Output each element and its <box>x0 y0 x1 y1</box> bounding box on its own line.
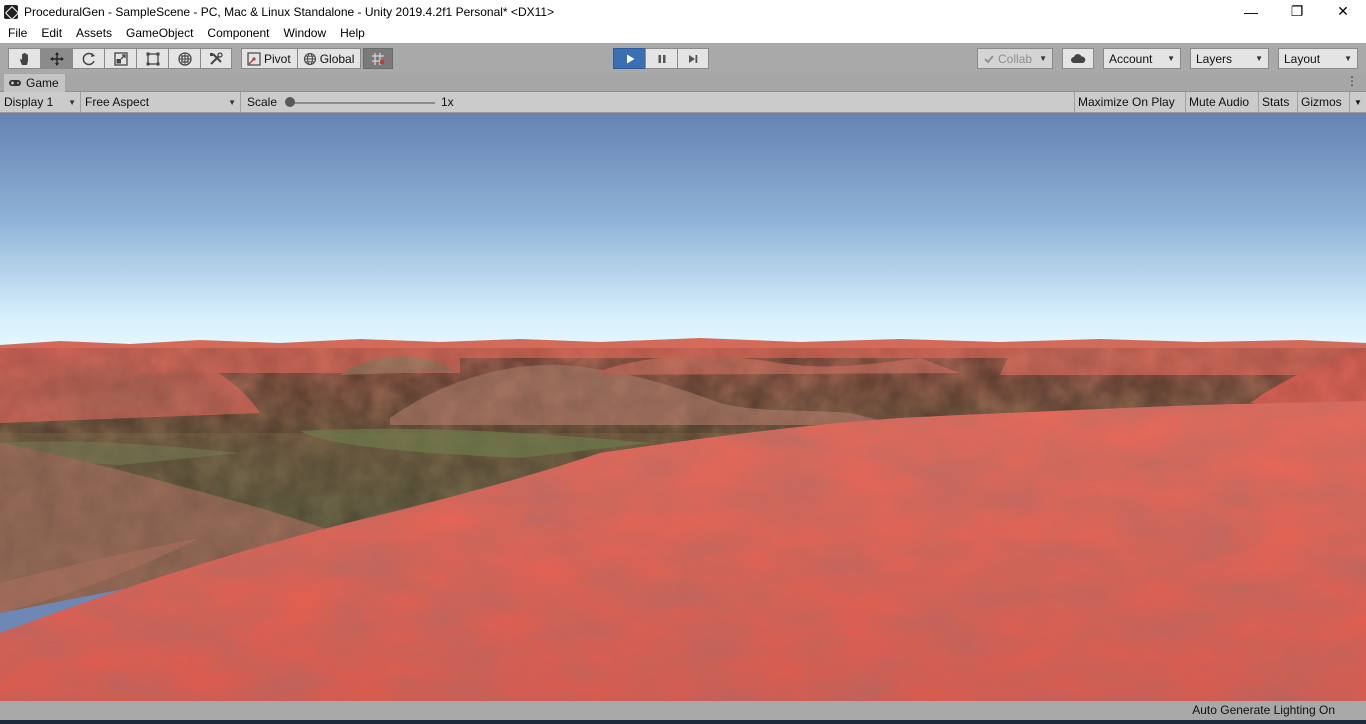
display-label: Display 1 <box>4 95 54 109</box>
lighting-status: Auto Generate Lighting On <box>1192 703 1335 717</box>
playback-controls <box>613 48 709 69</box>
menu-assets[interactable]: Assets <box>69 23 119 43</box>
kebab-menu-icon[interactable]: ⋮ <box>1346 75 1358 87</box>
step-icon <box>689 54 698 63</box>
account-label: Account <box>1109 51 1153 66</box>
transform-tool-icon[interactable] <box>168 48 200 69</box>
chevron-down-icon: ▼ <box>1039 54 1047 63</box>
pivot-label: Pivot <box>264 51 291 66</box>
step-button[interactable] <box>677 48 709 69</box>
scale-control: Scale <box>247 92 277 112</box>
pause-button[interactable] <box>645 48 677 69</box>
title-bar: ProceduralGen - SampleScene - PC, Mac & … <box>0 0 1366 23</box>
pivot-icon <box>247 51 261 66</box>
maximize-on-play-label: Maximize On Play <box>1078 95 1175 109</box>
pivot-toggle[interactable]: Pivot <box>241 48 298 69</box>
cloud-button[interactable] <box>1062 48 1094 69</box>
menu-window[interactable]: Window <box>276 23 333 43</box>
layout-label: Layout <box>1284 51 1321 66</box>
custom-tool-icon[interactable] <box>200 48 232 69</box>
play-button[interactable] <box>613 48 645 69</box>
rect-tool-icon[interactable] <box>136 48 168 69</box>
hand-tool-icon[interactable] <box>8 48 40 69</box>
global-label: Global <box>319 51 355 66</box>
menu-help[interactable]: Help <box>333 23 372 43</box>
taskbar-edge <box>0 720 1366 724</box>
aspect-label: Free Aspect <box>85 95 150 109</box>
collab-label: Collab <box>998 51 1033 66</box>
chevron-down-icon: ▼ <box>68 97 76 107</box>
chevron-down-icon: ▼ <box>1344 54 1352 63</box>
game-viewport[interactable] <box>0 113 1366 701</box>
collab-dropdown[interactable]: Collab ▼ <box>977 48 1053 69</box>
display-dropdown[interactable]: Display 1 ▼ <box>0 92 81 112</box>
checkmark-icon <box>984 54 994 63</box>
layout-dropdown[interactable]: Layout ▼ <box>1278 48 1358 69</box>
terrain-render <box>0 113 1366 701</box>
globe-icon <box>303 52 317 66</box>
minimize-button[interactable]: — <box>1228 0 1274 23</box>
menu-component[interactable]: Component <box>200 23 276 43</box>
menu-file[interactable]: File <box>1 23 34 43</box>
tab-game[interactable]: Game <box>4 74 65 92</box>
pivot-group: Pivot Global <box>241 48 394 69</box>
menu-gameobject[interactable]: GameObject <box>119 23 200 43</box>
transform-tools <box>8 48 232 69</box>
status-bar: Auto Generate Lighting On <box>0 701 1366 720</box>
close-button[interactable]: ✕ <box>1320 0 1366 23</box>
stats-toggle[interactable]: Stats <box>1258 92 1292 112</box>
gizmos-label: Gizmos <box>1301 95 1342 109</box>
global-toggle[interactable]: Global <box>297 48 362 69</box>
game-tab-bar: Game ⋮ <box>0 73 1366 92</box>
maximize-on-play-toggle[interactable]: Maximize On Play <box>1074 92 1178 112</box>
cloud-icon <box>1071 53 1086 63</box>
pause-icon <box>658 54 665 63</box>
mute-audio-toggle[interactable]: Mute Audio <box>1185 92 1252 112</box>
move-tool-icon[interactable] <box>40 48 72 69</box>
chevron-down-icon: ▼ <box>1354 97 1362 107</box>
layers-label: Layers <box>1196 51 1233 66</box>
scale-slider-thumb[interactable] <box>285 97 295 107</box>
scale-label: Scale <box>247 95 278 109</box>
rotate-tool-icon[interactable] <box>72 48 104 69</box>
window-controls: — ❐ ✕ <box>1228 0 1366 23</box>
game-tab-label: Game <box>26 76 59 90</box>
aspect-dropdown[interactable]: Free Aspect ▼ <box>81 92 241 112</box>
unity-logo-icon <box>4 4 18 19</box>
game-view-toolbar: Display 1 ▼ Free Aspect ▼ Scale 1x Maxim… <box>0 92 1366 113</box>
chevron-down-icon: ▼ <box>1255 54 1263 63</box>
window-title: ProceduralGen - SampleScene - PC, Mac & … <box>24 4 555 19</box>
account-dropdown[interactable]: Account ▼ <box>1103 48 1181 69</box>
menu-bar: File Edit Assets GameObject Component Wi… <box>0 23 1366 43</box>
scale-slider-track[interactable] <box>289 102 435 104</box>
chevron-down-icon: ▼ <box>228 97 236 107</box>
main-toolbar: Pivot Global Collab ▼ Account ▼ Layers ▼… <box>0 43 1366 73</box>
mute-audio-label: Mute Audio <box>1189 95 1250 109</box>
gizmos-toggle[interactable]: Gizmos <box>1297 92 1345 112</box>
scale-value: 1x <box>441 95 454 109</box>
stats-label: Stats <box>1262 95 1290 109</box>
layers-dropdown[interactable]: Layers ▼ <box>1190 48 1269 69</box>
gamepad-icon <box>8 78 22 88</box>
gizmos-dropdown-arrow[interactable]: ▼ <box>1349 92 1366 112</box>
menu-edit[interactable]: Edit <box>34 23 69 43</box>
scale-tool-icon[interactable] <box>104 48 136 69</box>
play-icon <box>626 54 634 63</box>
grid-snap-icon[interactable] <box>363 48 394 69</box>
maximize-button[interactable]: ❐ <box>1274 0 1320 23</box>
chevron-down-icon: ▼ <box>1167 54 1175 63</box>
